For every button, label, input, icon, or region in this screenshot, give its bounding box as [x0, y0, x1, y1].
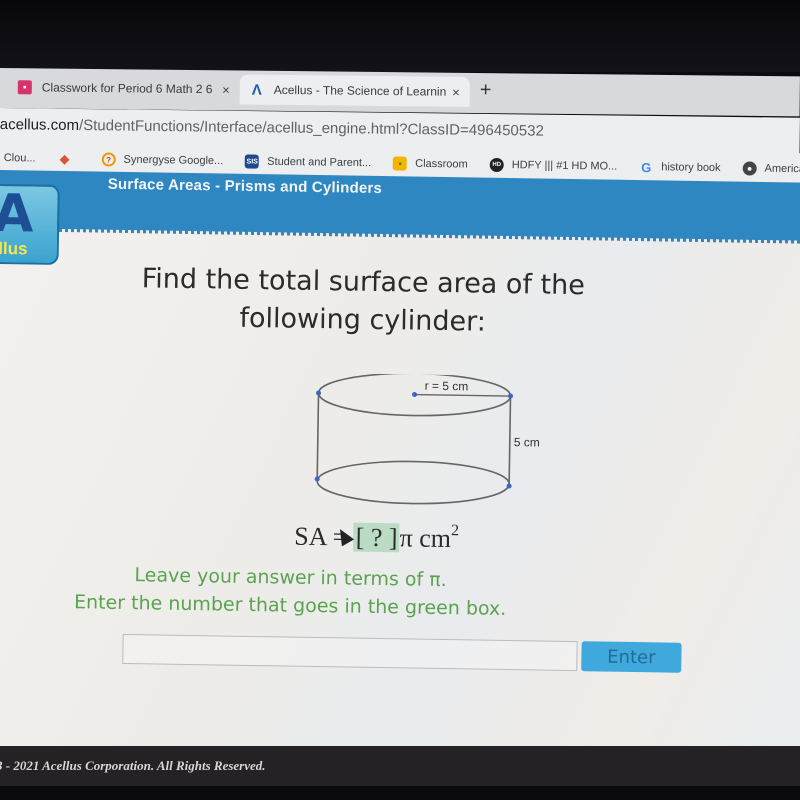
vertex-point	[508, 393, 514, 399]
url-text[interactable]: acellus.com/StudentFunctions/Interface/a…	[0, 116, 544, 140]
bookmark-classroom[interactable]: ▪ Classroom	[393, 156, 468, 171]
tab-classwork[interactable]: ▪ Classwork for Period 6 Math 2 6 ×	[8, 72, 240, 104]
height-label: 5 cm	[514, 435, 540, 449]
bookmark-hdfy[interactable]: HD HDFY ||| #1 HD MO...	[489, 157, 618, 174]
formula: SA = [ ? ]π cm2	[294, 520, 459, 555]
bookmark-label: HDFY ||| #1 HD MO...	[511, 159, 618, 173]
bookmark-diamond[interactable]: ◆	[57, 152, 79, 166]
bookmark-label: Classroom	[415, 157, 468, 171]
bookmark-label: Student and Parent...	[267, 155, 372, 170]
tab-title: Acellus - The Science of Learning	[273, 82, 447, 99]
answer-input[interactable]	[122, 633, 578, 672]
acellus-logo-text: ellus	[0, 238, 28, 259]
acellus-page: Surface Areas - Prisms and Cylinders A e…	[0, 170, 800, 763]
acellus-logo[interactable]: A ellus	[0, 183, 60, 265]
cylinder-bottom-ellipse	[316, 460, 510, 505]
monitor-bezel-top	[0, 0, 800, 72]
cylinder-left-side	[316, 393, 320, 480]
google-classroom-icon: ▪	[17, 80, 32, 95]
tab-acellus[interactable]: Λ Acellus - The Science of Learning ×	[239, 74, 470, 107]
bookmark-clou[interactable]: Clou...	[4, 152, 36, 164]
cylinder-right-side	[508, 396, 512, 487]
header-band: Surface Areas - Prisms and Cylinders	[0, 170, 800, 242]
url-path: /StudentFunctions/Interface/acellus_engi…	[78, 116, 544, 140]
bookmark-label: Clou...	[3, 152, 36, 165]
bookmark-label: Synergyse Google...	[123, 153, 224, 168]
unit-title: Surface Areas - Prisms and Cylinders	[107, 175, 383, 198]
google-classroom-icon: ▪	[393, 156, 408, 171]
bookmark-synergyse[interactable]: ? Synergyse Google...	[101, 152, 223, 168]
radius-label: r = 5 cm	[425, 379, 469, 394]
copyright-text: 3 - 2021 Acellus Corporation. All Rights…	[0, 758, 266, 773]
tab-title: Classwork for Period 6 Math 2 6	[41, 80, 213, 97]
answer-green-box: [ ? ]	[353, 522, 400, 553]
acellus-logo-mark: A	[0, 183, 35, 245]
google-icon: G	[641, 159, 652, 175]
center-point	[412, 392, 418, 398]
globe-icon: ●	[742, 161, 757, 176]
bookmark-label: American	[764, 162, 800, 176]
enter-button[interactable]: Enter	[581, 641, 682, 673]
question-text: Find the total surface area of the follo…	[0, 258, 800, 347]
close-tab-icon[interactable]: ×	[222, 82, 230, 97]
close-tab-icon[interactable]: ×	[452, 84, 460, 99]
cylinder-figure: r = 5 cm 5 cm	[314, 372, 540, 505]
hd-icon: HD	[489, 157, 504, 173]
bookmark-american[interactable]: ● American	[742, 161, 800, 176]
bookmark-label: history book	[661, 161, 721, 175]
formula-suffix: π cm	[399, 523, 452, 554]
acellus-icon: Λ	[251, 81, 262, 99]
monitor-bezel-bottom	[0, 786, 800, 800]
formula-exponent: 2	[450, 522, 460, 540]
new-tab-button[interactable]: +	[480, 79, 492, 102]
url-domain: acellus.com	[0, 115, 80, 134]
bookmark-student-parent[interactable]: SIS Student and Parent...	[245, 154, 371, 170]
instruction-pi: Leave your answer in terms of π.	[134, 564, 447, 592]
bookmark-history-book[interactable]: G history book	[639, 159, 721, 175]
vertex-point	[316, 390, 322, 396]
sis-icon: SIS	[245, 154, 260, 169]
synergyse-icon: ?	[101, 152, 116, 167]
diamond-icon: ◆	[59, 151, 70, 166]
radius-line	[414, 393, 511, 397]
